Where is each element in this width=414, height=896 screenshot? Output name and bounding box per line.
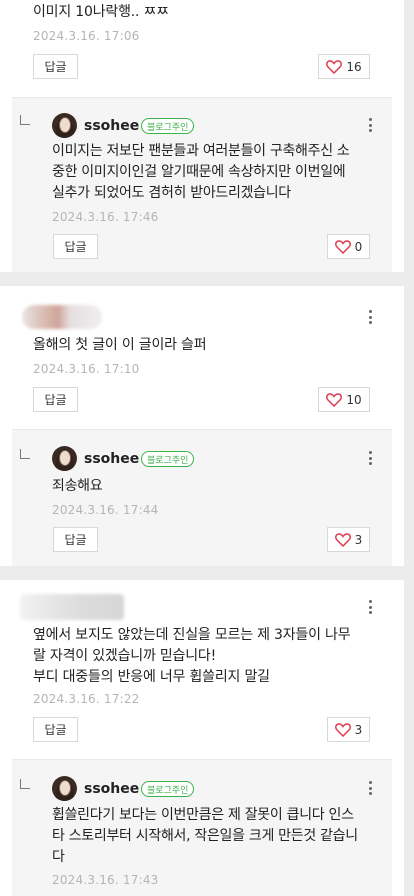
section-divider	[0, 272, 414, 286]
comment-text-line: 옆에서 보지도 않았는데 진실을 모르는 제 3자들이 나무	[33, 627, 351, 643]
heart-icon	[334, 532, 351, 547]
owner-badge: 블로그주인	[141, 118, 195, 134]
reply-text-line: 중한 이미지이인걸 알기때문에 속상하지만 이번일에	[52, 164, 346, 180]
heart-icon	[334, 722, 351, 737]
comment-date: 2024.3.16. 17:10	[33, 362, 140, 376]
reply-text-line: 실추가 되었어도 겸허히 받아드리겠습니다	[52, 185, 291, 201]
reply-button[interactable]: 답글	[33, 387, 78, 412]
reply-button-label: 답글	[64, 533, 87, 547]
like-button[interactable]: 3	[327, 717, 370, 742]
heart-icon	[326, 59, 343, 74]
avatar[interactable]	[52, 776, 77, 801]
like-count: 3	[354, 722, 363, 737]
reply-date: 2024.3.16. 17:44	[52, 503, 159, 517]
reply-arrow-icon	[20, 115, 30, 125]
more-vertical-icon[interactable]	[369, 310, 373, 324]
like-count: 16	[346, 59, 362, 74]
more-vertical-icon[interactable]	[369, 118, 373, 132]
reply-date: 2024.3.16. 17:43	[52, 873, 159, 887]
comment-text: 이미지 10나락행.. ㅉㅉ	[33, 4, 169, 20]
reply-text-line: 타 스토리부터 시작해서, 작은일을 크게 만든것 같습니	[52, 828, 358, 844]
reply-nickname[interactable]: ssohee	[84, 118, 139, 134]
like-button[interactable]: 0	[327, 234, 370, 259]
blurred-username	[20, 594, 124, 620]
heart-icon	[326, 392, 343, 407]
comment-text-line: 랄 자격이 있겠습니까 믿습니다!	[33, 648, 217, 664]
reply-button[interactable]: 답글	[33, 717, 78, 742]
reply-button-label: 답글	[44, 60, 67, 74]
owner-badge: 블로그주인	[141, 451, 195, 467]
comment-text: 올해의 첫 글이 이 글이라 슬퍼	[33, 337, 207, 353]
owner-badge: 블로그주인	[141, 781, 195, 797]
reply-text-line: 휩쓸린다기 보다는 이번만큼은 제 잘못이 큽니다 인스	[52, 807, 354, 823]
reply-button-label: 답글	[64, 240, 87, 254]
blurred-username	[22, 305, 102, 329]
comment-text-line: 부디 대중들의 반응에 너무 휩쓸리지 말길	[33, 669, 270, 685]
reply-date: 2024.3.16. 17:46	[52, 210, 159, 224]
reply-button[interactable]: 답글	[53, 234, 98, 259]
avatar[interactable]	[52, 113, 77, 138]
reply-text-line: 죄송해요	[52, 478, 103, 494]
reply-button-label: 답글	[44, 723, 67, 737]
avatar[interactable]	[52, 446, 77, 471]
comment-date: 2024.3.16. 17:22	[33, 692, 140, 706]
more-vertical-icon[interactable]	[369, 600, 373, 614]
like-count: 10	[346, 392, 362, 407]
like-button[interactable]: 16	[318, 54, 370, 79]
more-vertical-icon[interactable]	[369, 451, 373, 465]
reply-nickname[interactable]: ssohee	[84, 781, 139, 797]
section-divider	[0, 566, 414, 580]
more-vertical-icon[interactable]	[369, 781, 373, 795]
like-count: 3	[354, 532, 363, 547]
reply-button[interactable]: 답글	[33, 54, 78, 79]
like-button[interactable]: 10	[318, 387, 370, 412]
like-count: 0	[354, 239, 363, 254]
reply-arrow-icon	[20, 779, 30, 789]
reply-text-line: 다	[52, 849, 65, 865]
like-button[interactable]: 3	[327, 527, 370, 552]
heart-icon	[334, 239, 351, 254]
comment-date: 2024.3.16. 17:06	[33, 29, 140, 43]
reply-button[interactable]: 답글	[53, 527, 98, 552]
reply-arrow-icon	[20, 449, 30, 459]
reply-button-label: 답글	[44, 393, 67, 407]
reply-nickname[interactable]: ssohee	[84, 451, 139, 467]
reply-text-line: 이미지는 저보단 팬분들과 여러분들이 구축해주신 소	[52, 143, 350, 159]
